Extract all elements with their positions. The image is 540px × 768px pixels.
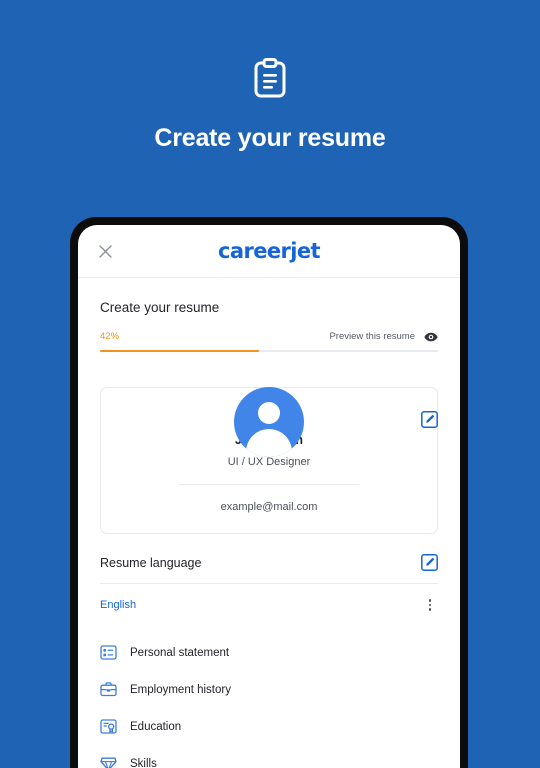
profile-divider [178,484,360,485]
page-title: Create your resume [154,124,386,152]
resume-language-row[interactable]: English [100,584,438,626]
resume-sections-list: Personal statement Employment history Ed… [100,634,438,768]
list-item[interactable]: Personal statement [100,634,438,671]
avatar-body [246,429,292,457]
app-content: Create your resume 42% Preview this resu… [78,278,460,768]
kebab-dot [428,608,432,611]
promo-header: Create your resume [0,0,540,200]
preview-resume-button[interactable]: Preview this resume [329,331,438,342]
create-resume-title: Create your resume [100,300,220,315]
briefcase-icon [100,681,117,698]
progress-bar-fill [100,350,259,352]
progress-bar-track [100,350,438,352]
resume-language-section: Resume language English [100,554,438,626]
resume-language-header: Resume language [100,554,438,584]
list-item-label: Skills [130,757,157,768]
progress-percent: 42% [100,331,120,342]
certificate-icon [100,718,117,735]
profile-email: example@mail.com [220,501,318,513]
eye-icon [424,332,438,342]
app-bar: careerjet [78,225,460,278]
careerjet-logo[interactable]: careerjet [78,239,460,263]
list-item-label: Personal statement [130,646,230,659]
profile-block: John Smith UI / UX Designer example@mail… [100,387,438,534]
clipboard-icon [253,58,287,98]
profile-role: UI / UX Designer [227,456,311,468]
kebab-dot [428,603,432,607]
list-item[interactable]: Employment history [100,671,438,708]
close-icon[interactable] [94,240,116,262]
avatar-head [258,402,280,424]
list-item-label: Employment history [130,683,231,696]
preview-resume-label: Preview this resume [329,331,415,342]
kebab-dot [428,599,432,602]
progress-row: 42% Preview this resume [78,315,460,342]
kebab-menu-icon[interactable] [422,597,438,613]
phone-screen: careerjet Create your resume 42% Preview… [78,225,460,768]
diamond-icon [100,755,117,768]
user-avatar-icon[interactable] [234,387,304,457]
list-item[interactable]: Skills [100,745,438,768]
edit-resume-language-button[interactable] [421,554,438,571]
resume-language-title: Resume language [100,555,202,570]
promo-screen: Create your resume careerjet Create your… [0,0,540,768]
list-item[interactable]: Education [100,708,438,745]
checklist-icon [100,644,117,661]
resume-language-value: English [100,599,137,611]
phone-device-frame: careerjet Create your resume 42% Preview… [70,217,468,768]
list-item-label: Education [130,720,182,733]
edit-profile-button[interactable] [421,411,438,428]
